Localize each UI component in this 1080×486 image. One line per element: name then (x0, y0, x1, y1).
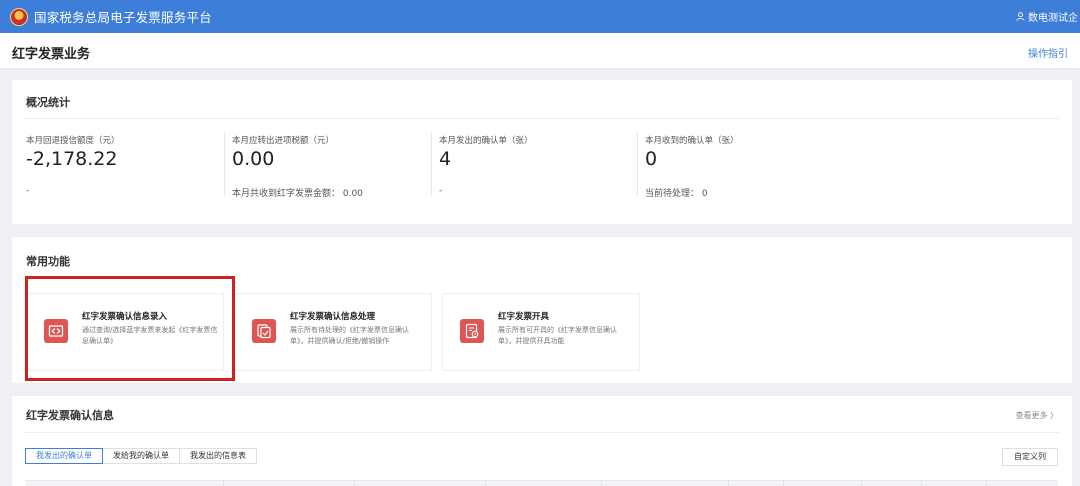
function-card-issue[interactable]: 红字发票开具 展示所有可开具的《红字发票信息确认单》，并提供开具功能 (442, 293, 640, 371)
stat-value: 0 (645, 148, 658, 170)
stat-separator (224, 132, 225, 196)
page-title: 红字发票业务 (12, 47, 91, 62)
view-more-link[interactable]: 查看更多 〉 (1015, 410, 1058, 421)
stat-separator (637, 132, 638, 196)
stat-label: 本月发出的确认单（张） (439, 136, 533, 146)
tab-sent-confirmations[interactable]: 我发出的确认单 (25, 448, 103, 464)
confirm-title: 红字发票确认信息 (26, 409, 114, 422)
function-name: 红字发票开具 (498, 312, 550, 322)
stat-value: -2,178.22 (26, 148, 118, 170)
functions-title: 常用功能 (26, 255, 70, 268)
user-menu[interactable]: 数电测试企 (1016, 9, 1078, 24)
stat-label: 本月收到的确认单（张） (645, 136, 739, 146)
confirmation-tabs: 我发出的确认单 发给我的确认单 我发出的信息表 (25, 448, 257, 464)
table-header-cell (602, 481, 729, 486)
stat-foot: - (439, 186, 443, 196)
app-title: 国家税务总局电子发票服务平台 (34, 10, 212, 25)
divider (24, 432, 1060, 433)
stat-sent-confirmations: 本月发出的确认单（张） 4 - (431, 128, 649, 208)
stat-value: 0.00 (232, 148, 275, 170)
table-header (26, 480, 1058, 486)
table-header-cell (26, 481, 224, 486)
tax-emblem-icon (10, 7, 28, 26)
user-name: 数电测试企 (1028, 13, 1078, 24)
function-desc: 展示所有可开具的《红字发票信息确认单》，并提供开具功能 (498, 326, 617, 345)
stat-separator (431, 132, 432, 196)
user-icon (1016, 12, 1025, 21)
stat-foot: 当前待处理： 0 (645, 189, 708, 199)
function-name: 红字发票确认信息处理 (290, 312, 376, 322)
top-bar: 国家税务总局电子发票服务平台 数电测试企 (0, 0, 1080, 33)
stat-label: 本月回退授信额度（元） (26, 136, 120, 146)
stat-received-confirmations: 本月收到的确认单（张） 0 当前待处理： 0 (637, 128, 855, 208)
help-link[interactable]: 操作指引 (1028, 45, 1068, 60)
stat-foot: 本月共收到红字发票金额： 0.00 (232, 189, 363, 199)
function-card-process[interactable]: 红字发票确认信息处理 展示所有待处理的《红字发票信息确认单》，并提供确认/拒绝/… (234, 293, 432, 371)
table-header-cell (355, 481, 486, 486)
divider (24, 118, 1060, 119)
table-header-cell (224, 481, 355, 486)
annotation-highlight-box (25, 276, 235, 381)
custom-columns-button[interactable]: 自定义列 (1002, 448, 1058, 466)
stats-title: 概况统计 (26, 96, 70, 109)
tab-sent-info-forms[interactable]: 我发出的信息表 (179, 448, 257, 464)
table-header-cell (862, 481, 922, 486)
stat-foot: - (26, 186, 30, 196)
confirmation-info-panel: 红字发票确认信息 查看更多 〉 我发出的确认单 发给我的确认单 我发出的信息表 … (12, 396, 1072, 486)
stat-label: 本月应转出进项税额（元） (232, 136, 335, 146)
invoice-issue-icon (460, 319, 484, 343)
table-header-cell (486, 481, 602, 486)
stat-credit-refund: 本月回退授信额度（元） -2,178.22 - (26, 128, 236, 208)
page-header: 红字发票业务 操作指引 (0, 33, 1080, 69)
tab-received-confirmations[interactable]: 发给我的确认单 (102, 448, 180, 464)
stat-input-tax-out: 本月应转出进项税额（元） 0.00 本月共收到红字发票金额： 0.00 (224, 128, 442, 208)
stats-panel: 概况统计 本月回退授信额度（元） -2,178.22 - 本月应转出进项税额（元… (12, 80, 1072, 224)
stat-value: 4 (439, 148, 452, 170)
function-desc: 展示所有待处理的《红字发票信息确认单》，并提供确认/拒绝/撤销操作 (290, 326, 409, 345)
table-header-cell (922, 481, 987, 486)
table-header-cell (729, 481, 784, 486)
table-header-cell (784, 481, 862, 486)
invoice-process-icon (252, 319, 276, 343)
